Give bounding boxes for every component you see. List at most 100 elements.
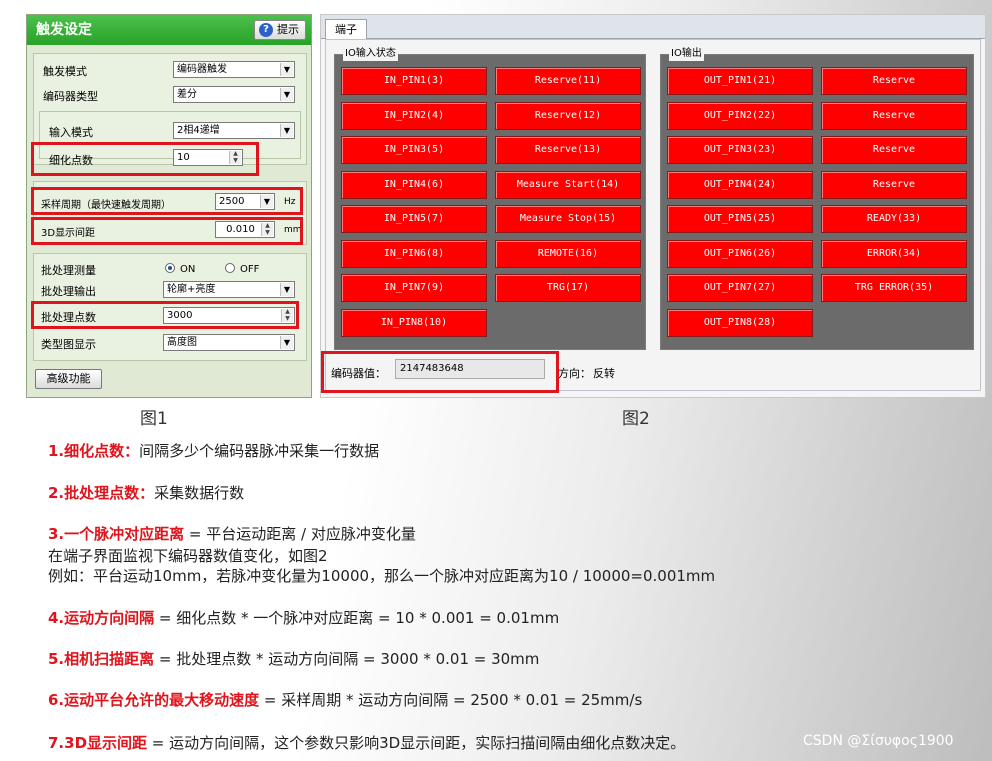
- note-body: = 细化点数 * 一个脉冲对应距离 = 10 * 0.001 = 0.01mm: [154, 609, 560, 627]
- note-body: = 运动方向间隔，这个参数只影响3D显示间距，实际扫描间隔由细化点数决定。: [147, 734, 686, 752]
- io-pin-button[interactable]: Reserve: [821, 101, 967, 130]
- tab-bar: 端子: [321, 15, 985, 40]
- note-body: = 采样周期 * 运动方向间隔 = 2500 * 0.01 = 25mm/s: [259, 691, 643, 709]
- trigger-settings-panel: 触发设定 ? 提示 触发模式 编码器触发 ▼ 编码器类型 差分 ▼ 输入模式 2…: [26, 14, 312, 398]
- io-pin-button[interactable]: Measure Start(14): [495, 170, 641, 199]
- note-heading: 5.相机扫描距离: [48, 650, 155, 668]
- batch-output-value: 轮廓+亮度: [167, 284, 216, 295]
- note-line: 4.运动方向间隔 = 细化点数 * 一个脉冲对应距离 = 10 * 0.001 …: [48, 607, 559, 628]
- direction-value: 反转: [593, 367, 615, 380]
- io-pin-button[interactable]: IN_PIN1(3): [341, 67, 487, 95]
- highlight-display-3d: [31, 217, 303, 245]
- io-pin-button[interactable]: IN_PIN7(9): [341, 274, 487, 302]
- io-input-legend: IO输入状态: [343, 47, 398, 61]
- io-pin-button[interactable]: Measure Stop(15): [495, 205, 641, 233]
- note-line: 7.3D显示间距 = 运动方向间隔，这个参数只影响3D显示间距，实际扫描间隔由细…: [48, 732, 685, 753]
- batch-off-radio[interactable]: OFF: [225, 263, 259, 275]
- note-heading: 4.运动方向间隔: [48, 609, 155, 627]
- io-pin-button[interactable]: Reserve: [821, 170, 967, 199]
- type-display-label: 类型图显示: [41, 338, 96, 351]
- trigger-mode-label: 触发模式: [43, 65, 87, 78]
- help-button[interactable]: ? 提示: [254, 20, 306, 40]
- batch-on-radio[interactable]: ON: [165, 263, 195, 275]
- chevron-down-icon: ▼: [280, 124, 293, 137]
- io-pin-button[interactable]: OUT_PIN4(24): [667, 170, 813, 199]
- trigger-mode-value: 编码器触发: [177, 64, 227, 75]
- chevron-down-icon: ▼: [280, 336, 293, 349]
- note-line: 5.相机扫描距离 = 批处理点数 * 运动方向间隔 = 3000 * 0.01 …: [48, 648, 539, 669]
- io-pin-button[interactable]: IN_PIN4(6): [341, 170, 487, 199]
- help-button-label: 提示: [277, 23, 299, 36]
- tab-terminal[interactable]: 端子: [325, 19, 367, 40]
- io-output-group: IO输出 OUT_PIN1(21) OUT_PIN2(22) OUT_PIN3(23…: [660, 47, 974, 350]
- io-pin-button[interactable]: IN_PIN5(7): [341, 205, 487, 233]
- note-line: 2.批处理点数：采集数据行数: [48, 482, 244, 503]
- io-pin-button[interactable]: TRG ERROR(35): [821, 274, 967, 302]
- input-mode-select[interactable]: 2相4递增 ▼: [173, 122, 295, 139]
- batch-off-label: OFF: [240, 264, 260, 275]
- note-body: = 平台运动距离 / 对应脉冲变化量: [184, 525, 416, 543]
- encoder-type-value: 差分: [177, 89, 197, 100]
- io-pin-button[interactable]: READY(33): [821, 205, 967, 233]
- advanced-button[interactable]: 高级功能: [35, 369, 102, 389]
- encoder-type-label: 编码器类型: [43, 90, 98, 103]
- trigger-mode-select[interactable]: 编码器触发 ▼: [173, 61, 295, 78]
- io-pin-button[interactable]: Reserve(13): [495, 136, 641, 164]
- highlight-subdivision: [31, 142, 259, 176]
- chevron-down-icon: ▼: [280, 283, 293, 296]
- io-output-legend: IO输出: [669, 47, 704, 61]
- terminal-panel: 端子 IO输入状态 IN_PIN1(3) IN_PIN2(4) IN_PIN3(5)…: [320, 14, 986, 398]
- note-heading: 1.细化点数：: [48, 442, 140, 460]
- io-pin-button[interactable]: OUT_PIN8(28): [667, 308, 813, 337]
- io-pin-button[interactable]: OUT_PIN7(27): [667, 274, 813, 302]
- highlight-encoder-value: [321, 351, 559, 393]
- note-body: 采集数据行数: [154, 484, 245, 502]
- io-pin-button[interactable]: OUT_PIN6(26): [667, 239, 813, 268]
- help-icon: ?: [259, 23, 273, 37]
- type-display-select[interactable]: 高度图 ▼: [163, 334, 295, 351]
- note-heading: 6.运动平台允许的最大移动速度: [48, 691, 260, 709]
- type-display-value: 高度图: [167, 337, 197, 348]
- chevron-down-icon: ▼: [280, 88, 293, 101]
- io-pin-button[interactable]: Reserve: [821, 136, 967, 164]
- figure2-caption: 图2: [622, 409, 650, 429]
- io-pin-button[interactable]: OUT_PIN2(22): [667, 101, 813, 130]
- io-input-group: IO输入状态 IN_PIN1(3) IN_PIN2(4) IN_PIN3(5) IN_…: [334, 47, 646, 350]
- input-mode-value: 2相4递增: [177, 125, 220, 136]
- input-mode-label: 输入模式: [49, 126, 93, 139]
- chevron-down-icon: ▼: [280, 63, 293, 76]
- batch-output-label: 批处理输出: [41, 285, 96, 298]
- io-pin-button[interactable]: OUT_PIN3(23): [667, 136, 813, 164]
- highlight-sampling-period: [31, 187, 303, 215]
- note-heading: 7.3D显示间距: [48, 734, 148, 752]
- figure1-caption: 图1: [140, 409, 168, 429]
- io-pin-button[interactable]: IN_PIN6(8): [341, 239, 487, 268]
- direction-label: 方向：: [558, 367, 591, 380]
- io-pin-button[interactable]: Reserve(12): [495, 101, 641, 130]
- note-heading: 3.一个脉冲对应距离: [48, 525, 185, 543]
- io-pin-button[interactable]: REMOTE(16): [495, 239, 641, 268]
- io-pin-button[interactable]: ERROR(34): [821, 239, 967, 268]
- watermark: CSDN @Σίσυφος1900: [803, 733, 954, 749]
- io-pin-button[interactable]: OUT_PIN1(21): [667, 67, 813, 95]
- io-pin-button[interactable]: IN_PIN2(4): [341, 101, 487, 130]
- note-heading: 2.批处理点数：: [48, 484, 155, 502]
- io-pin-button[interactable]: Reserve(11): [495, 67, 641, 95]
- io-pin-button[interactable]: IN_PIN8(10): [341, 308, 487, 337]
- encoder-type-select[interactable]: 差分 ▼: [173, 86, 295, 103]
- io-pin-button[interactable]: TRG(17): [495, 274, 641, 302]
- radio-selected-icon: [165, 263, 175, 273]
- note-line: 3.一个脉冲对应距离 = 平台运动距离 / 对应脉冲变化量: [48, 523, 416, 544]
- note-line: 6.运动平台允许的最大移动速度 = 采样周期 * 运动方向间隔 = 2500 *…: [48, 689, 642, 710]
- batch-on-label: ON: [180, 264, 196, 275]
- io-pin-button[interactable]: OUT_PIN5(25): [667, 205, 813, 233]
- io-pin-button[interactable]: Reserve: [821, 67, 967, 95]
- note-body: 间隔多少个编码器脉冲采集一行数据: [139, 442, 380, 460]
- tab-content: IO输入状态 IN_PIN1(3) IN_PIN2(4) IN_PIN3(5) IN_…: [325, 39, 981, 391]
- note-body: = 批处理点数 * 运动方向间隔 = 3000 * 0.01 = 30mm: [154, 650, 540, 668]
- io-pin-button[interactable]: IN_PIN3(5): [341, 136, 487, 164]
- radio-empty-icon: [225, 263, 235, 273]
- note-body: 例如：平台运动10mm，若脉冲变化量为10000，那么一个脉冲对应距离为10 /…: [48, 567, 716, 585]
- note-line: 在端子界面监视下编码器数值变化，如图2: [48, 545, 328, 566]
- batch-output-select[interactable]: 轮廓+亮度 ▼: [163, 281, 295, 298]
